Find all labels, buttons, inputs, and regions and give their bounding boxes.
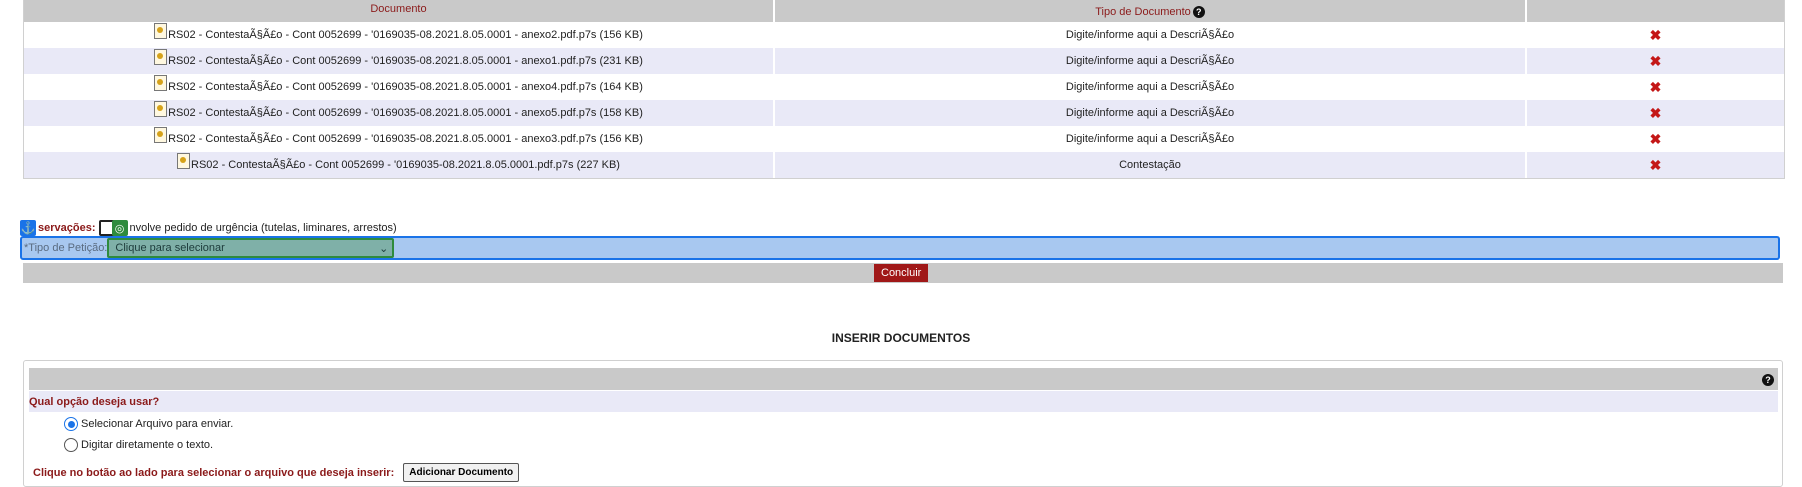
table-header: Documento Tipo de Documento ?	[24, 0, 1784, 22]
insert-documents-title: INSERIR DOCUMENTOS	[831, 331, 971, 345]
radio-option-select-file[interactable]: Selecionar Arquivo para enviar.	[64, 417, 233, 431]
file-prompt-label: Clique no botão ao lado para selecionar …	[33, 466, 395, 479]
document-name: RS02 - ContestaÃ§Ã£o - Cont 0052699 - '0…	[168, 81, 643, 93]
signed-file-icon	[177, 152, 191, 169]
document-name: RS02 - ContestaÃ§Ã£o - Cont 0052699 - '0…	[168, 29, 643, 41]
table-row: RS02 - ContestaÃ§Ã£o - Cont 0052699 - '0…	[24, 126, 1784, 152]
delete-icon[interactable]: ✖	[1650, 131, 1662, 148]
signed-file-icon	[154, 74, 168, 91]
delete-icon[interactable]: ✖	[1650, 105, 1662, 122]
petition-type-row: *Tipo de Petição: Clique para selecionar…	[20, 236, 1780, 260]
radio-type-text[interactable]	[64, 438, 78, 452]
petition-type-value: Clique para selecionar	[115, 242, 225, 254]
signed-file-icon	[154, 126, 168, 143]
delete-icon[interactable]: ✖	[1650, 79, 1662, 96]
add-document-button[interactable]: Adicionar Documento	[403, 463, 520, 482]
option-question: Qual opção deseja usar?	[29, 395, 160, 408]
radio-label: Selecionar Arquivo para enviar.	[81, 418, 234, 430]
document-name: RS02 - ContestaÃ§Ã£o - Cont 0052699 - '0…	[168, 107, 643, 119]
document-type-field[interactable]: Digite/informe aqui a DescriÃ§Ã£o	[775, 74, 1527, 100]
chevron-down-icon: ⌄	[379, 242, 389, 255]
delete-icon[interactable]: ✖	[1650, 27, 1662, 44]
documents-table: Documento Tipo de Documento ? RS02 - Con…	[23, 0, 1785, 179]
document-type-field[interactable]: Digite/informe aqui a DescriÃ§Ã£o	[775, 48, 1527, 74]
document-type-field[interactable]: Contestação	[775, 152, 1527, 178]
column-header-type: Tipo de Documento ?	[775, 0, 1527, 22]
column-header-actions	[1527, 0, 1784, 22]
signed-file-icon	[154, 100, 168, 117]
petition-type-label: *Tipo de Petição:	[24, 242, 108, 254]
help-icon[interactable]: ?	[1192, 6, 1205, 18]
urgency-label: nvolve pedido de urgência (tutelas, limi…	[129, 222, 397, 234]
table-row: RS02 - ContestaÃ§Ã£o - Cont 0052699 - '0…	[24, 22, 1784, 48]
anchor-icon[interactable]: ⚓	[20, 220, 36, 236]
file-select-row: Clique no botão ao lado para selecionar …	[33, 463, 520, 482]
table-row: RS02 - ContestaÃ§Ã£o - Cont 0052699 - '0…	[24, 100, 1784, 126]
observations-label: servações:	[38, 222, 96, 234]
table-row: RS02 - ContestaÃ§Ã£o - Cont 0052699 - '0…	[24, 48, 1784, 74]
conclude-button[interactable]: Concluir	[874, 264, 929, 282]
column-header-document: Documento	[24, 0, 775, 22]
signed-file-icon	[154, 22, 168, 39]
option-question-row: Qual opção deseja usar?	[29, 391, 1778, 412]
target-icon[interactable]: ◎	[111, 220, 128, 236]
insert-panel-header	[29, 368, 1778, 390]
radio-select-file[interactable]	[64, 417, 78, 431]
document-type-field[interactable]: Digite/informe aqui a DescriÃ§Ã£o	[775, 22, 1527, 48]
delete-icon[interactable]: ✖	[1650, 53, 1662, 70]
document-name: RS02 - ContestaÃ§Ã£o - Cont 0052699 - '0…	[191, 159, 620, 171]
help-icon[interactable]: ?	[1762, 374, 1774, 386]
observations-row: ⚓ servações: ◎ nvolve pedido de urgência…	[20, 219, 397, 237]
radio-label: Digitar diretamente o texto.	[81, 439, 214, 451]
signed-file-icon	[154, 48, 168, 65]
column-header-type-label: Tipo de Documento	[1095, 6, 1191, 18]
table-row: RS02 - ContestaÃ§Ã£o - Cont 0052699 - '0…	[24, 152, 1784, 178]
radio-option-type-text[interactable]: Digitar diretamente o texto.	[64, 438, 213, 452]
document-name: RS02 - ContestaÃ§Ã£o - Cont 0052699 - '0…	[168, 55, 643, 67]
document-name: RS02 - ContestaÃ§Ã£o - Cont 0052699 - '0…	[168, 133, 643, 145]
petition-type-select[interactable]: Clique para selecionar ⌄	[107, 238, 395, 258]
document-type-field[interactable]: Digite/informe aqui a DescriÃ§Ã£o	[775, 126, 1527, 152]
delete-icon[interactable]: ✖	[1650, 157, 1662, 174]
table-row: RS02 - ContestaÃ§Ã£o - Cont 0052699 - '0…	[24, 74, 1784, 100]
document-type-field[interactable]: Digite/informe aqui a DescriÃ§Ã£o	[775, 100, 1527, 126]
